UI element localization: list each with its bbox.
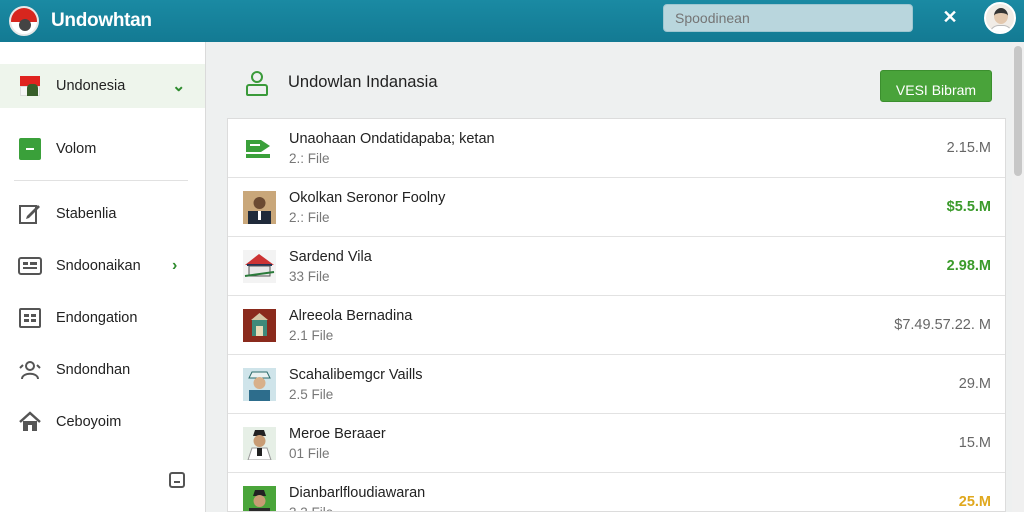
file-meta: 2.1 File: [289, 328, 334, 343]
search-box[interactable]: [663, 4, 913, 32]
file-row[interactable]: Meroe Beraaer 01 File 15.M: [228, 414, 1005, 473]
file-meta: 2.: File: [289, 210, 330, 225]
file-name[interactable]: Alreeola Bernadina: [289, 308, 412, 324]
scrollbar-thumb[interactable]: [1014, 46, 1022, 176]
file-name[interactable]: Sardend Vila: [289, 249, 372, 265]
sidebar-item-label: Ceboyoim: [56, 414, 122, 430]
sidebar-item-ceboyoim[interactable]: Ceboyoim: [0, 400, 205, 444]
grid-card-icon: [18, 254, 42, 278]
close-icon[interactable]: ✕: [938, 7, 962, 28]
sidebar-item-label: Undonesia: [56, 78, 126, 94]
sidebar-item-label: Sndoonaikan: [56, 258, 141, 274]
group-icon: [18, 358, 42, 382]
file-size: 15.M: [958, 435, 991, 451]
user-icon: [244, 71, 270, 97]
file-meta: 33 File: [289, 269, 330, 284]
edit-icon: [18, 202, 42, 226]
file-row[interactable]: Unaohaan Ondatidapaba; ketan 2.: File 2.15…: [228, 119, 1005, 178]
file-meta: 3.3 File: [289, 505, 333, 511]
file-list: Unaohaan Ondatidapaba; ketan 2.: File 2.15…: [227, 118, 1006, 512]
collapse-icon[interactable]: [169, 472, 185, 488]
content-header: Undowlan Indanasia VESI Bibram: [228, 62, 1006, 108]
file-name[interactable]: Unaohaan Ondatidapaba; ketan: [289, 131, 495, 147]
file-name[interactable]: Dianbarlfloudiawaran: [289, 485, 425, 501]
document-icon: [243, 132, 276, 165]
file-row[interactable]: Dianbarlfloudiawaran 3.3 File 25.M: [228, 473, 1005, 511]
dashboard-icon: [18, 306, 42, 330]
sidebar: Undonesia ⌄ Volom Stabenlia Sndoonaikan …: [0, 42, 206, 512]
sidebar-item-sndondhan[interactable]: Sndondhan: [0, 348, 205, 392]
sidebar-item-label: Endongation: [56, 310, 138, 326]
file-meta: 2.5 File: [289, 387, 334, 402]
sidebar-item-sndoonaikan[interactable]: Sndoonaikan ›: [0, 244, 205, 288]
file-size: 25.M: [958, 494, 991, 510]
house-photo-thumbnail: [243, 250, 276, 283]
building-photo-thumbnail: [243, 309, 276, 342]
sidebar-divider: [14, 180, 188, 181]
file-row[interactable]: Scahalibemgcr Vaills 2.5 File 29.M: [228, 355, 1005, 414]
sidebar-item-undonesia[interactable]: Undonesia ⌄: [0, 64, 205, 108]
flag-icon: [18, 74, 42, 98]
page-title: Undowlan Indanasia: [288, 73, 438, 91]
user-avatar[interactable]: [984, 2, 1016, 34]
sidebar-item-stabenlia[interactable]: Stabenlia: [0, 192, 205, 236]
file-name[interactable]: Okolkan Seronor Foolny: [289, 190, 445, 206]
chevron-right-icon[interactable]: ›: [172, 257, 177, 275]
app-title: Undowhtan: [51, 10, 152, 31]
green-square-icon: [18, 137, 42, 161]
file-name[interactable]: Scahalibemgcr Vaills: [289, 367, 423, 383]
scrollbar[interactable]: [1012, 42, 1024, 512]
file-row[interactable]: Okolkan Seronor Foolny 2.: File $5.5.M: [228, 178, 1005, 237]
file-meta: 2.: File: [289, 151, 330, 166]
file-size: $7.49.57.22. M: [894, 317, 991, 333]
home-icon: [18, 410, 42, 434]
file-size: 29.M: [958, 376, 991, 392]
file-size: 2.15.M: [946, 140, 991, 156]
person-cap-photo-thumbnail: [243, 427, 276, 460]
sidebar-item-endongation[interactable]: Endongation: [0, 296, 205, 340]
file-name[interactable]: Meroe Beraaer: [289, 426, 386, 442]
chevron-down-icon[interactable]: ⌄: [172, 76, 185, 96]
app-logo[interactable]: [9, 6, 39, 36]
sidebar-item-volom[interactable]: Volom: [0, 127, 205, 171]
sidebar-item-label: Volom: [56, 141, 97, 157]
sidebar-item-label: Sndondhan: [56, 362, 131, 378]
primary-action-button[interactable]: VESI Bibram: [880, 70, 992, 102]
person-photo-thumbnail: [243, 191, 276, 224]
person-green-photo-thumbnail: [243, 486, 276, 511]
file-row[interactable]: Alreeola Bernadina 2.1 File $7.49.57.22. M: [228, 296, 1005, 355]
file-size: $5.5.M: [946, 199, 991, 215]
search-input[interactable]: [675, 10, 912, 26]
file-row[interactable]: Sardend Vila 33 File 2.98.M: [228, 237, 1005, 296]
sidebar-item-label: Stabenlia: [56, 206, 117, 222]
person-hat-photo-thumbnail: [243, 368, 276, 401]
file-size: 2.98.M: [946, 258, 991, 274]
file-meta: 01 File: [289, 446, 330, 461]
